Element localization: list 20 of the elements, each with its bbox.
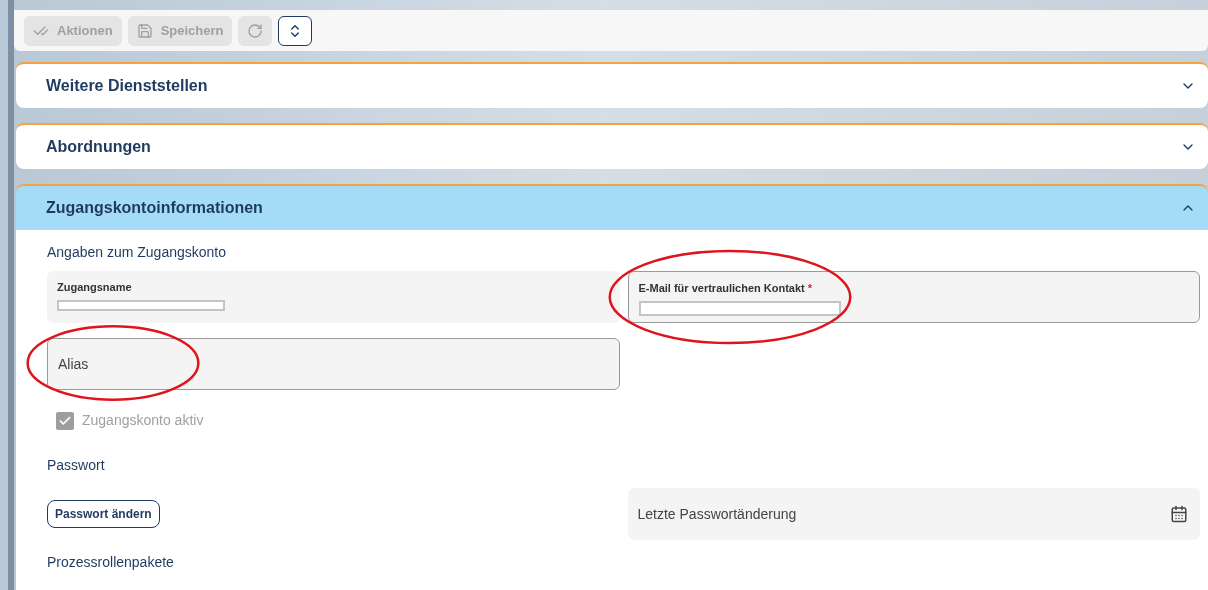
section-title: Weitere Dienststellen (46, 76, 208, 96)
refresh-icon (247, 22, 264, 39)
expand-collapse-button[interactable] (278, 15, 313, 46)
section-subheading: Angaben zum Zugangskonto (47, 243, 227, 262)
section-header[interactable]: Weitere Dienststellen (16, 62, 1208, 108)
section-title: Zugangskontoinformationen (46, 198, 263, 218)
section-header[interactable]: Abordnungen (16, 123, 1208, 169)
date-field[interactable]: Letzte Passwortänderung (627, 488, 1200, 540)
checkbox-label: Zugangskonto aktiv (82, 411, 204, 430)
field-label: E-Mail für vertraulichen Kontakt * (638, 281, 814, 296)
section-title: Abordnungen (46, 137, 151, 157)
alias-field[interactable]: Alias (47, 338, 620, 390)
calendar-icon[interactable] (1170, 505, 1188, 523)
section-header[interactable]: Zugangskontoinformationen (16, 184, 1208, 230)
change-password-button[interactable]: Passwort ändern (47, 500, 160, 528)
username-field[interactable]: Zugangsname (47, 271, 620, 323)
field-label: Zugangsname (57, 280, 133, 295)
email-field[interactable]: E-Mail für vertraulichen Kontakt * (627, 271, 1200, 323)
section-subheading: Passwort (47, 456, 106, 475)
section-subheading: Prozessrollenpakete (47, 553, 175, 572)
